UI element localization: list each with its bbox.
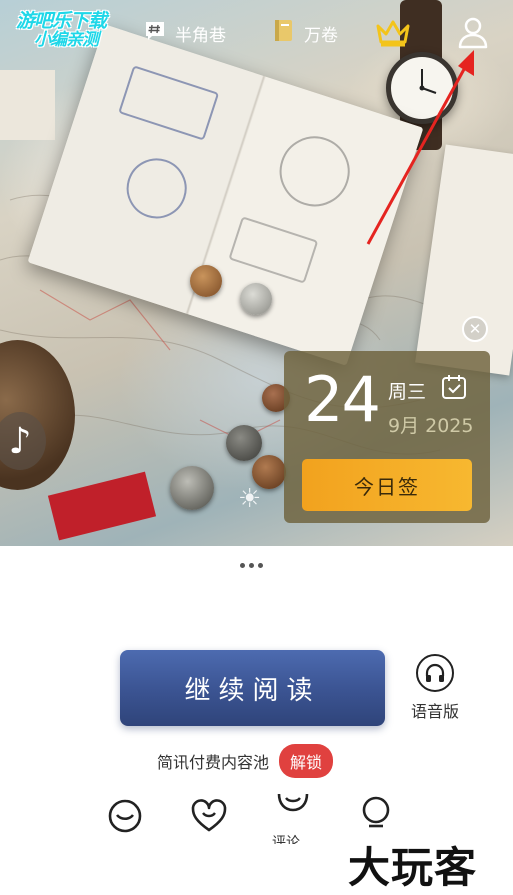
watermark-line2: 小编亲测 — [34, 29, 99, 50]
watermark-line1: 游吧乐下载 — [16, 10, 107, 32]
calendar-check-icon[interactable] — [440, 373, 468, 405]
watermark: 游吧乐下载 小编亲测 — [16, 10, 107, 50]
stamp — [228, 216, 319, 284]
paid-pool-text: 简讯付费内容池 — [157, 753, 270, 772]
nav-item-wanjuan[interactable]: 万卷 — [272, 18, 338, 49]
brand-watermark: 大玩客 — [348, 843, 478, 892]
book-icon — [272, 18, 296, 49]
user-icon[interactable] — [457, 16, 489, 54]
coin — [226, 425, 262, 461]
search-icon[interactable] — [357, 794, 397, 834]
coin — [240, 283, 272, 315]
calendar-month-year: 9月 2025 — [388, 415, 474, 437]
comment-icon[interactable] — [273, 786, 313, 826]
calendar-card: 24 周三 9月 2025 今日签 — [284, 351, 490, 523]
calendar-weekday: 周三 — [388, 381, 427, 403]
emoji-icon[interactable] — [105, 796, 145, 836]
sun-icon: ☀ — [238, 484, 262, 514]
nav-item-banjiaoxiang[interactable]: 半角巷 — [143, 20, 226, 46]
daily-sign-button[interactable]: 今日签 — [302, 459, 472, 511]
audio-version-button[interactable]: 语音版 — [405, 654, 465, 722]
comment-label: 评论 — [272, 835, 300, 844]
paper-scrap — [0, 70, 55, 140]
top-bar: 游吧乐下载 小编亲测 半角巷 万卷 — [0, 0, 513, 68]
app-root: 游吧乐下载 小编亲测 半角巷 万卷 ✕ 24 周三 9月 2025 今日签 ♪ … — [0, 0, 513, 895]
stamp — [270, 127, 359, 216]
stamp — [118, 150, 195, 227]
crown-icon[interactable] — [375, 18, 411, 52]
heart-icon[interactable] — [189, 796, 229, 836]
paid-pool-row: 简讯付费内容池 解锁 — [157, 744, 334, 778]
coin — [170, 466, 214, 510]
hashtag-chat-icon — [143, 19, 167, 48]
stamp — [118, 65, 220, 141]
headphones-icon — [416, 654, 454, 692]
nav-item-label: 万卷 — [304, 25, 338, 46]
close-icon[interactable]: ✕ — [462, 316, 488, 342]
more-options-icon[interactable] — [240, 563, 263, 568]
audio-version-label: 语音版 — [410, 702, 459, 721]
calendar-day: 24 — [304, 363, 381, 436]
unlock-button[interactable]: 解锁 — [279, 744, 334, 778]
coin — [190, 265, 222, 297]
nav-item-label: 半角巷 — [175, 25, 226, 46]
continue-reading-button[interactable]: 继续阅读 — [120, 650, 385, 726]
